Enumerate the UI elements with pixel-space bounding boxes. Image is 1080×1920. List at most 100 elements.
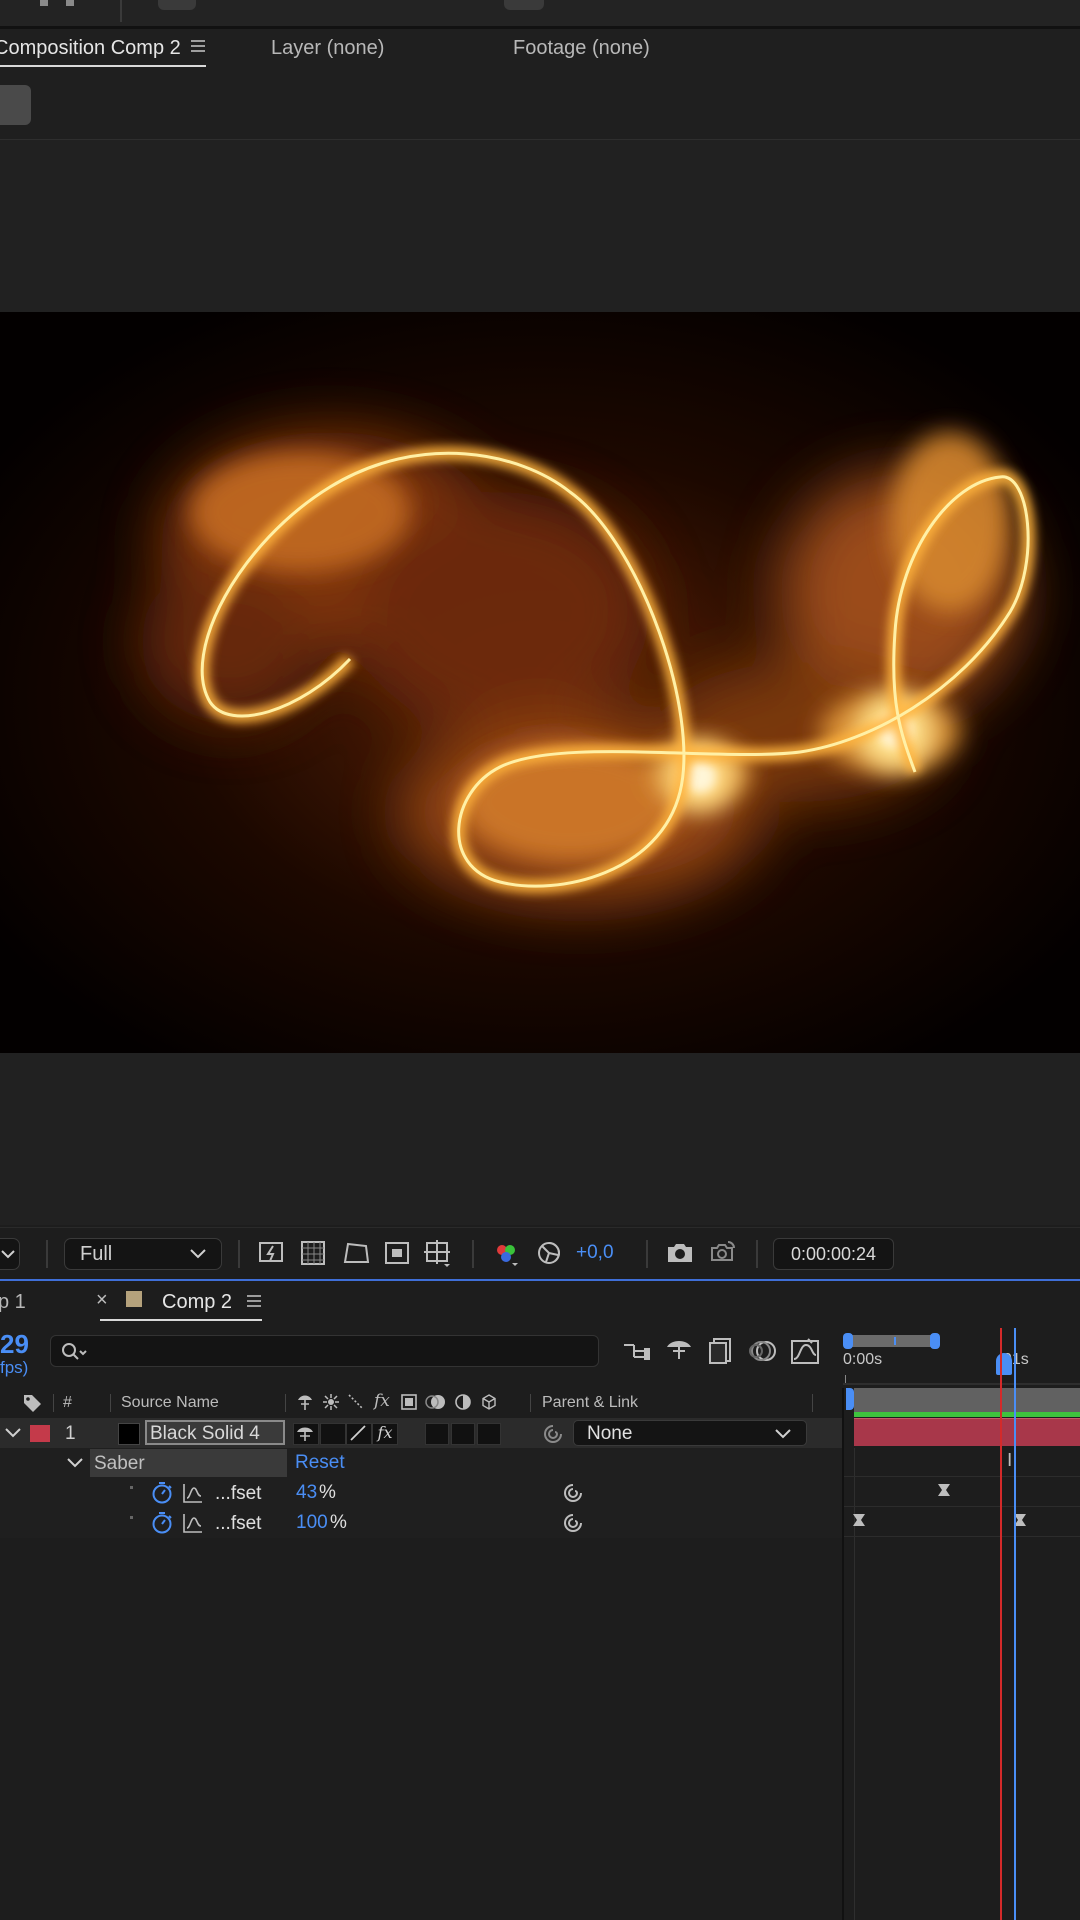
- effect-row[interactable]: Saber Reset: [0, 1448, 842, 1479]
- toolbar-divider: [472, 1240, 474, 1268]
- chevron-down-icon: [190, 1249, 206, 1259]
- property-unit: %: [330, 1512, 347, 1533]
- toolbar-button[interactable]: [504, 0, 544, 10]
- toolbar-divider: [46, 1240, 48, 1268]
- property-row[interactable]: ...fset 43 %: [0, 1478, 842, 1509]
- fps-label: fps): [0, 1358, 29, 1377]
- pick-whip-icon[interactable]: [542, 1423, 564, 1445]
- frame-blend-switch[interactable]: [425, 1423, 449, 1445]
- tab-previous-comp[interactable]: p 1: [0, 1291, 26, 1314]
- motion-blur-icon[interactable]: [748, 1337, 778, 1365]
- shy-layers-icon[interactable]: [664, 1337, 694, 1363]
- motion-blur-switch[interactable]: [451, 1423, 475, 1445]
- layer-label-color[interactable]: [30, 1425, 50, 1442]
- panel-menu-icon[interactable]: [246, 1293, 262, 1309]
- playhead-head[interactable]: [996, 1353, 1012, 1375]
- property-value[interactable]: 43: [296, 1482, 317, 1504]
- composition-frame[interactable]: [0, 312, 1080, 1053]
- stopwatch-icon[interactable]: [150, 1511, 174, 1535]
- quality-switch[interactable]: [346, 1423, 372, 1445]
- property-row[interactable]: ...fset 100 %: [0, 1508, 842, 1539]
- frame-blend-switch-icon: [400, 1393, 418, 1411]
- graph-icon[interactable]: [182, 1482, 204, 1504]
- layer-duration-bar[interactable]: [854, 1418, 1080, 1446]
- effect-reset-link[interactable]: Reset: [295, 1452, 345, 1474]
- layer-name-field[interactable]: Black Solid 4: [145, 1420, 285, 1445]
- effect-name-cell[interactable]: Saber: [90, 1449, 287, 1477]
- column-header-parent-link[interactable]: Parent & Link: [542, 1394, 638, 1412]
- graph-icon[interactable]: [182, 1512, 204, 1534]
- column-header-source-name[interactable]: Source Name: [121, 1394, 219, 1412]
- ruler-base: [843, 1383, 1080, 1385]
- work-area-indicator: [854, 1412, 1080, 1417]
- ruler-label-start: 0:00s: [843, 1351, 883, 1368]
- current-time-indicator-marker: I: [1007, 1450, 1013, 1471]
- toolbar-button[interactable]: [158, 0, 196, 10]
- mask-visibility-icon[interactable]: [342, 1240, 370, 1266]
- grid-guides-icon[interactable]: [424, 1240, 452, 1268]
- adjustment-switch[interactable]: [477, 1423, 501, 1445]
- frame-blending-icon[interactable]: [706, 1337, 734, 1365]
- time-ruler[interactable]: 0:00s 01s: [843, 1325, 1080, 1385]
- region-of-interest-icon[interactable]: [384, 1240, 410, 1266]
- panel-menu-icon[interactable]: [190, 38, 206, 54]
- pick-whip-icon[interactable]: [562, 1512, 584, 1534]
- transparency-grid-icon[interactable]: [300, 1240, 326, 1266]
- layer-row[interactable]: 1 Black Solid 4 fx None: [0, 1418, 842, 1449]
- snapshot-camera-icon[interactable]: [666, 1242, 694, 1264]
- time-navigator-bar[interactable]: [843, 1335, 939, 1347]
- toolbar-icon[interactable]: [40, 0, 48, 6]
- work-area-start-handle[interactable]: [846, 1388, 854, 1410]
- keyframe-marker[interactable]: [852, 1513, 866, 1527]
- time-navigator-start-handle[interactable]: [843, 1333, 853, 1349]
- search-input[interactable]: [50, 1335, 599, 1367]
- property-value[interactable]: 100: [296, 1512, 328, 1534]
- parent-value: None: [587, 1423, 633, 1444]
- effects-switch[interactable]: fx: [372, 1423, 398, 1445]
- column-header-number[interactable]: #: [63, 1394, 72, 1412]
- parent-dropdown[interactable]: None: [573, 1420, 807, 1446]
- playhead-line[interactable]: [1014, 1328, 1016, 1920]
- chevron-down-icon[interactable]: [66, 1457, 84, 1469]
- timeline-track-area[interactable]: I: [842, 1328, 1080, 1920]
- saber-render-image: [0, 312, 1080, 1053]
- reset-exposure-icon[interactable]: [536, 1240, 562, 1266]
- track-divider: [844, 1476, 1080, 1477]
- close-tab-icon[interactable]: ×: [96, 1289, 108, 1312]
- chevron-down-icon[interactable]: [4, 1426, 22, 1440]
- quality-switch-icon: [347, 1393, 365, 1411]
- current-time-display[interactable]: 0:00:00:24: [773, 1238, 894, 1270]
- current-frame-number[interactable]: 29: [0, 1329, 29, 1360]
- shy-switch[interactable]: [293, 1423, 319, 1445]
- collapse-switch[interactable]: [320, 1423, 346, 1445]
- toolbar-icon[interactable]: [66, 0, 74, 6]
- tab-footage[interactable]: Footage (none): [513, 37, 650, 60]
- property-unit: %: [319, 1482, 336, 1503]
- stopwatch-icon[interactable]: [150, 1481, 174, 1505]
- tab-composition[interactable]: Composition Comp 2: [0, 37, 181, 60]
- resolution-dropdown[interactable]: Full: [64, 1238, 222, 1270]
- layer-index: 1: [65, 1423, 76, 1444]
- graph-editor-icon[interactable]: [790, 1337, 820, 1365]
- timeline-tab-bar: p 1 × Comp 2: [0, 1281, 1080, 1325]
- pick-whip-icon[interactable]: [562, 1482, 584, 1504]
- magnification-dropdown[interactable]: [0, 1238, 20, 1270]
- toolbar-divider: [646, 1240, 648, 1268]
- tree-dot: [130, 1486, 133, 1489]
- keyframe-marker[interactable]: [937, 1483, 951, 1497]
- viewer-tab-bar: Composition Comp 2 Layer (none) Footage …: [0, 29, 1080, 71]
- collapse-transform-icon: [322, 1393, 340, 1411]
- fast-previews-icon[interactable]: [258, 1240, 286, 1266]
- rgb-channels-icon[interactable]: [492, 1240, 520, 1268]
- viewer-toolbar-button[interactable]: [0, 85, 31, 125]
- exposure-value[interactable]: +0,0: [576, 1242, 614, 1264]
- resolution-value: Full: [80, 1243, 113, 1265]
- tab-comp-2[interactable]: Comp 2: [162, 1291, 232, 1314]
- label-tag-icon[interactable]: [22, 1393, 42, 1413]
- active-tab-underline: [100, 1319, 262, 1321]
- composition-flowchart-icon[interactable]: [622, 1339, 652, 1363]
- show-snapshot-icon[interactable]: [708, 1240, 736, 1266]
- layer-list-empty-area[interactable]: [0, 1538, 842, 1920]
- tab-layer[interactable]: Layer (none): [271, 37, 384, 60]
- time-navigator-end-handle[interactable]: [930, 1333, 940, 1349]
